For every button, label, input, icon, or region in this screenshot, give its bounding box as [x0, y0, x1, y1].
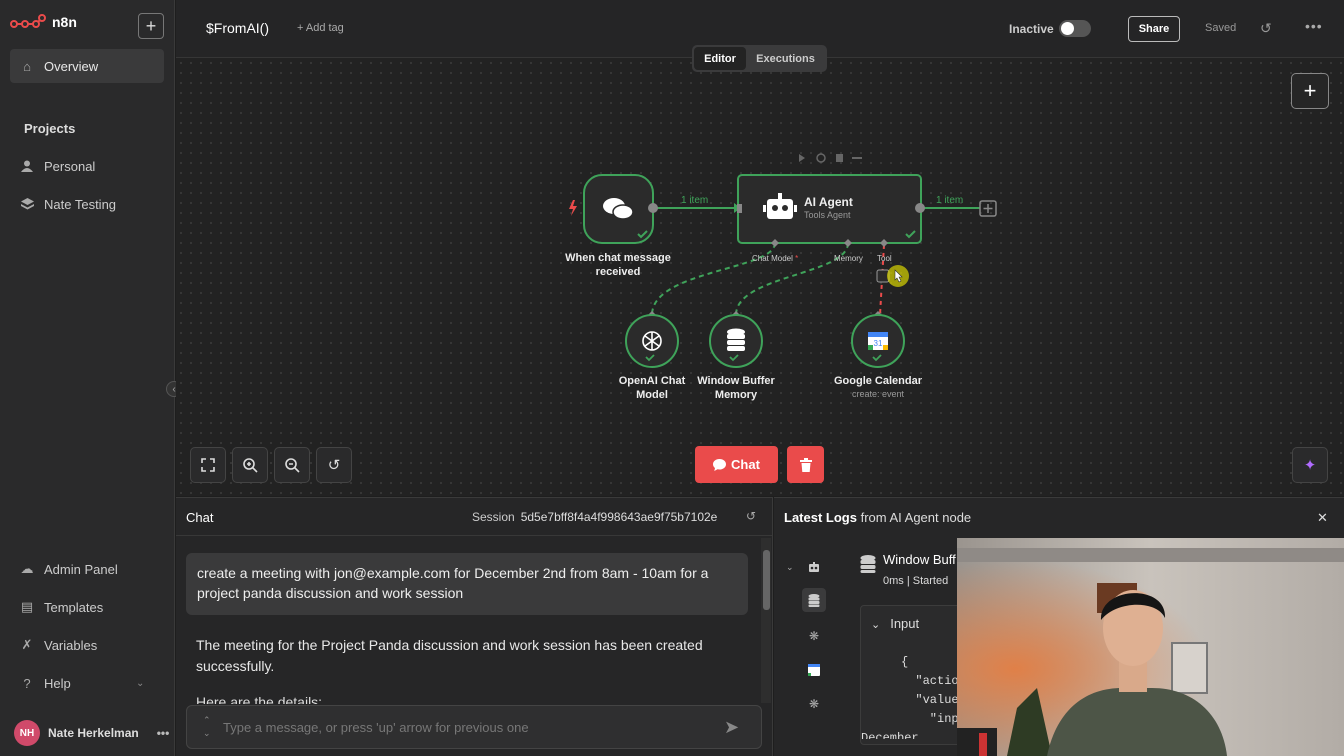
calendar-node-sub: create: event [851, 389, 905, 399]
more-icon[interactable]: ••• [157, 726, 170, 740]
fit-view-button[interactable] [190, 447, 226, 483]
trigger-bolt-icon [569, 200, 577, 216]
sidebar-item-help[interactable]: ? Help ⌄ [10, 666, 164, 700]
plus-icon [983, 204, 993, 213]
database-icon [860, 555, 876, 578]
zoom-in-icon [242, 457, 258, 473]
more-icon [852, 157, 862, 159]
ai-assistant-button[interactable]: ✦ [1292, 447, 1328, 483]
zoom-out-button[interactable] [274, 447, 310, 483]
input-section: ⌄ Input { "actio "value "inp December [860, 605, 970, 745]
clear-execution-button[interactable] [787, 446, 824, 483]
edge-item-count: 1 item [936, 195, 964, 206]
tool-port-label: Tool [877, 254, 892, 263]
ai-agent-subtitle: Tools Agent [804, 210, 851, 220]
robot-icon[interactable] [804, 557, 824, 577]
sidebar-item-admin-panel[interactable]: ☁ Admin Panel [10, 552, 164, 586]
user-message: create a meeting with jon@example.com fo… [186, 553, 748, 615]
calendar-node-label: Google Calendar [833, 375, 923, 387]
bot-message-continued: Here are the details: [196, 694, 323, 704]
fullscreen-icon [201, 458, 215, 472]
sidebar-item-label: Templates [44, 599, 104, 615]
play-icon [799, 154, 805, 162]
question-icon: ? [23, 675, 31, 691]
openai-icon[interactable]: ❋ [804, 626, 824, 646]
log-node-name[interactable]: Window Buff [883, 552, 956, 567]
scrollbar-thumb[interactable] [763, 550, 770, 610]
bot-message: The meeting for the Project Panda discus… [196, 637, 703, 674]
chat-icon [713, 458, 727, 471]
log-timing: 0ms | Started [883, 575, 949, 587]
output-port[interactable] [915, 203, 925, 213]
node-toolbar[interactable] [799, 153, 862, 163]
sparkle-icon: ✦ [1303, 457, 1317, 474]
output-port[interactable] [648, 203, 658, 213]
webcam-video [957, 538, 1344, 756]
ai-agent-title: AI Agent [804, 195, 853, 209]
sidebar-item-label: Variables [44, 637, 98, 653]
sidebar-item-label: Help [44, 675, 71, 691]
session-label: Session [472, 510, 515, 524]
chat-panel-title: Chat [186, 510, 214, 525]
chat-input[interactable] [223, 714, 703, 740]
trash-icon [799, 457, 812, 472]
google-calendar-icon[interactable] [804, 660, 824, 680]
chat-panel: Chat Session 5d5e7bff8f4a4f998643ae9f75b7… [176, 497, 773, 756]
memory-port-label: Memory [834, 254, 863, 263]
chat-panel-header: Chat Session 5d5e7bff8f4a4f998643ae9f75b7… [176, 498, 772, 536]
google-calendar-icon: 31 [868, 332, 888, 350]
undo-icon: ↺ [327, 457, 341, 474]
memory-node-label: Window Buffer Memory [697, 375, 775, 401]
openai-icon[interactable]: ❋ [804, 694, 824, 714]
zoom-in-button[interactable] [232, 447, 268, 483]
chat-model-port-label: Chat Model * [752, 254, 799, 263]
cloud-icon: ☁ [20, 561, 34, 576]
input-json: { "actio "value "inp December [861, 655, 959, 739]
required-mark: * [795, 254, 799, 263]
calendar-day: 31 [874, 339, 883, 348]
edge-item-count: 1 item [681, 195, 709, 206]
trash-icon [836, 154, 843, 162]
tree-chevron-icon[interactable]: ⌄ [786, 562, 794, 573]
chat-input-wrapper: ⌃⌄ ➤ [186, 705, 762, 749]
templates-icon: ▤ [20, 599, 34, 614]
avatar: NH [14, 720, 40, 746]
logs-title: Latest Logs from AI Agent node [784, 510, 972, 525]
input-toggle[interactable]: ⌄ Input [871, 616, 919, 631]
close-icon[interactable]: ✕ [1317, 510, 1328, 526]
chat-button[interactable]: Chat [695, 446, 778, 483]
sidebar-item-label: Admin Panel [44, 561, 118, 577]
power-icon [816, 153, 826, 163]
chat-button-label: Chat [731, 457, 760, 472]
input-port[interactable] [737, 204, 742, 213]
openai-node-label: OpenAI Chat Model [618, 375, 686, 401]
sidebar-item-variables[interactable]: ✗ Variables [10, 628, 164, 662]
history-arrows-icon[interactable]: ⌃ ⌄ [203, 714, 211, 740]
workflow-graph: 31 [569, 153, 997, 368]
session-info: Session 5d5e7bff8f4a4f998643ae9f75b7102e [472, 510, 717, 524]
sidebar-item-templates[interactable]: ▤ Templates [10, 590, 164, 624]
zoom-out-icon [284, 457, 300, 473]
chat-scrollbar[interactable] [761, 538, 771, 703]
user-name: Nate Herkelman [48, 726, 139, 740]
variables-icon: ✗ [21, 637, 33, 652]
send-icon[interactable]: ➤ [724, 717, 739, 738]
trigger-node-label: When chat message received [565, 252, 671, 278]
user-menu[interactable]: NH Nate Herkelman ••• [14, 720, 169, 746]
chevron-down-icon: ⌄ [871, 619, 881, 631]
chevron-down-icon: ⌄ [136, 677, 145, 689]
reset-zoom-button[interactable]: ↺ [316, 447, 352, 483]
session-id: 5d5e7bff8f4a4f998643ae9f75b7102e [520, 510, 718, 524]
refresh-session-icon[interactable]: ↺ [746, 509, 756, 523]
database-icon[interactable] [802, 588, 826, 612]
